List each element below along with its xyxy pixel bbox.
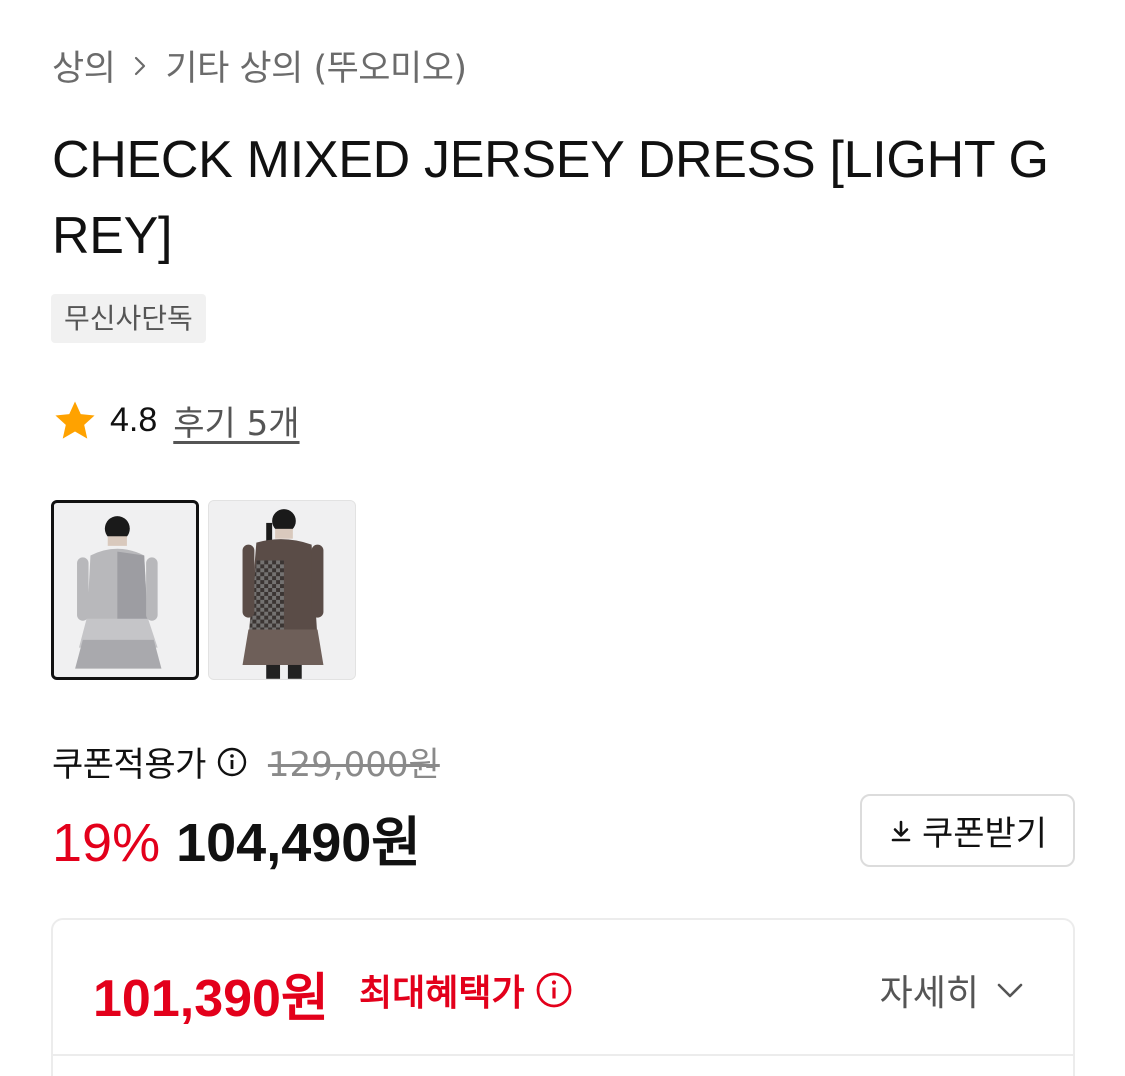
discount-rate: 19% [52,813,161,873]
download-icon [888,818,914,844]
chevron-down-icon [993,973,1027,1007]
thumbnail-list [51,500,356,680]
breadcrumb-category[interactable]: 상의 [52,40,116,91]
thumbnail-1[interactable] [51,500,199,680]
breadcrumb: 상의 기타 상의 (뚜오미오) [52,40,467,91]
info-icon[interactable] [535,971,573,1009]
thumbnail-2[interactable] [208,500,356,680]
price-row: 19% 104,490원 [52,798,421,877]
breadcrumb-subcategory[interactable]: 기타 상의 (뚜오미오) [165,40,467,91]
coupon-price-row: 쿠폰적용가 129,000원 [52,737,440,786]
reviews-link[interactable]: 후기 5개 [173,396,299,445]
product-image-grey [54,503,196,677]
product-title: CHECK MIXED JERSEY DRESS [LIGHT GREY] [52,131,1049,265]
get-coupon-label: 쿠폰받기 [921,814,1048,854]
chevron-right-icon [129,55,151,77]
coupon-price-label: 쿠폰적용가 [52,745,206,785]
benefit-detail-toggle[interactable]: 자세히 [880,964,1027,1016]
max-benefit-box: 101,390원 최대혜택가 자세히 [51,918,1075,1076]
max-benefit-price: 101,390원 [93,970,329,1028]
detail-label: 자세히 [879,973,979,1014]
product-page: 상의 기타 상의 (뚜오미오) CHECK MIXED JERSEY DRESS… [0,0,1125,1076]
get-coupon-button[interactable]: 쿠폰받기 [860,794,1075,867]
star-icon [52,398,98,444]
rating: 4.8 후기 5개 [52,396,300,445]
rating-score: 4.8 [110,401,158,439]
original-price: 129,000원 [267,745,440,785]
exclusive-badge: 무신사단독 [51,294,206,343]
product-image-brown [209,501,355,679]
divider [53,1054,1073,1056]
info-icon[interactable] [216,746,248,778]
final-price: 104,490원 [176,813,421,873]
max-benefit-label-group: 최대혜택가 [359,964,573,1016]
max-benefit-label: 최대혜택가 [359,973,525,1014]
